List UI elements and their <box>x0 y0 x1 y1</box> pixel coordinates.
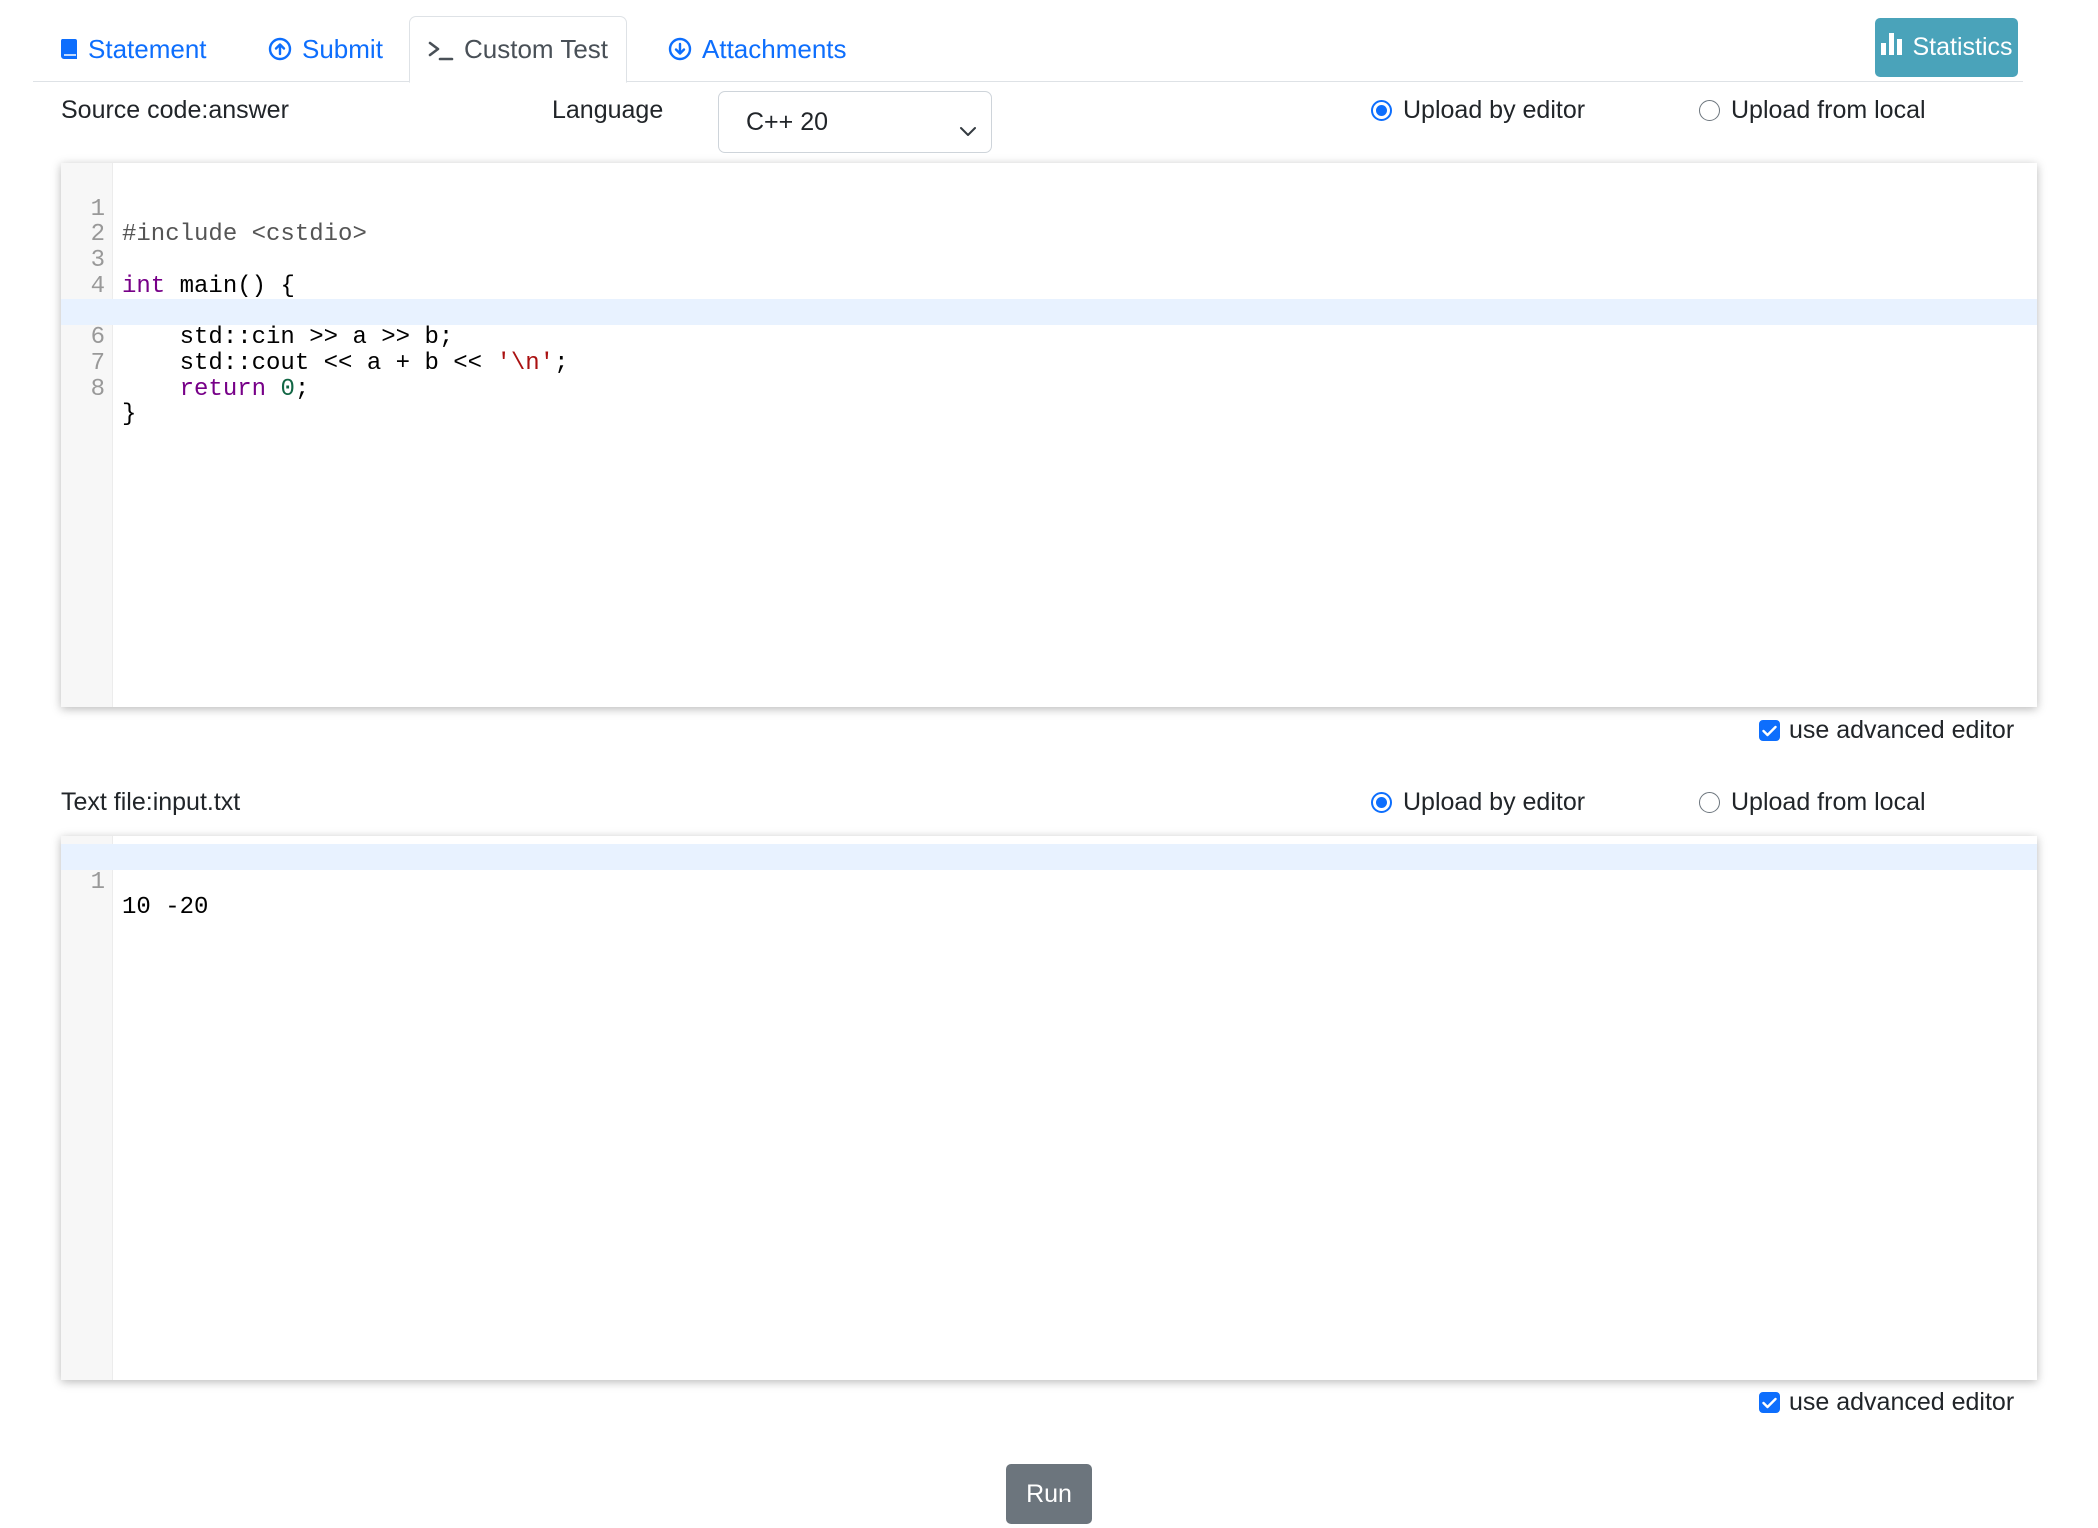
input-file-editor[interactable]: 1 10 -20 <box>61 836 2037 1380</box>
input-upload-by-editor-label: Upload by editor <box>1403 788 1586 816</box>
input-upload-from-local-radio[interactable]: Upload from local <box>1699 788 1926 817</box>
upload-circle-icon <box>268 37 292 61</box>
code-line: 1 #include <cstdio> <box>61 171 2037 247</box>
tab-statement[interactable]: Statement <box>42 16 225 82</box>
source-code-editor[interactable]: 1 #include <cstdio> 2 3 int main() { 4 i… <box>61 163 2037 707</box>
code-line: 8 } <box>61 351 2037 427</box>
language-select[interactable]: C++ 20 <box>718 91 992 153</box>
source-advanced-editor-checkbox[interactable]: use advanced editor <box>1759 716 2014 745</box>
code-line: 4 int a, b; <box>61 248 2037 325</box>
radio-unselected-icon <box>1699 100 1720 121</box>
input-upload-by-editor-radio[interactable]: Upload by editor <box>1371 788 1585 817</box>
code-line-text: } <box>122 401 137 429</box>
source-upload-by-editor-radio[interactable]: Upload by editor <box>1371 96 1585 125</box>
checkmark-icon <box>1759 720 1780 741</box>
tab-custom-test[interactable]: Custom Test <box>409 16 628 83</box>
source-upload-from-local-radio[interactable]: Upload from local <box>1699 96 1926 125</box>
download-circle-icon <box>668 37 692 61</box>
source-upload-from-local-label: Upload from local <box>1731 96 1926 124</box>
text-file-label: Text file:input.txt <box>61 788 241 816</box>
code-line-text: 10 -20 <box>122 894 209 922</box>
source-code-lines: 1 #include <cstdio> 2 3 int main() { 4 i… <box>61 171 2037 427</box>
radio-selected-icon <box>1371 100 1392 121</box>
tab-attachments[interactable]: Attachments <box>650 16 865 82</box>
tab-attachments-label: Attachments <box>702 33 847 64</box>
code-line-text: return 0; <box>179 375 310 403</box>
input-advanced-editor-checkbox[interactable]: use advanced editor <box>1759 1388 2014 1417</box>
code-line: 5 std::cin >> a >> b; <box>61 274 2037 350</box>
statistics-button[interactable]: Statistics <box>1875 18 2018 77</box>
input-upload-from-local-label: Upload from local <box>1731 788 1926 816</box>
code-line: 3 int main() { <box>61 222 2037 299</box>
code-line-active: 6 std::cout << a + b << '\n'; <box>61 299 2037 376</box>
book-icon <box>60 38 78 60</box>
checkmark-icon <box>1759 1392 1780 1413</box>
tab-submit[interactable]: Submit <box>250 16 401 82</box>
language-select-value: C++ 20 <box>746 107 829 136</box>
chevron-down-icon <box>959 116 977 145</box>
code-line-active: 1 10 -20 <box>61 844 2037 921</box>
terminal-icon <box>428 38 454 62</box>
line-number: 8 <box>90 375 105 403</box>
tab-statement-label: Statement <box>88 33 207 64</box>
bar-chart-icon <box>1880 33 1904 62</box>
language-label: Language <box>552 96 664 124</box>
code-line: 7 return 0; <box>61 325 2037 402</box>
source-advanced-editor-label: use advanced editor <box>1789 716 2015 744</box>
code-line: 2 <box>61 197 2037 247</box>
source-code-label: Source code:answer <box>61 96 289 124</box>
radio-selected-icon <box>1371 792 1392 813</box>
input-advanced-editor-label: use advanced editor <box>1789 1388 2015 1416</box>
tab-bar: Statement Submit Custom Test Attachments <box>33 16 2023 83</box>
run-button[interactable]: Run <box>1006 1464 1092 1524</box>
source-upload-by-editor-label: Upload by editor <box>1403 96 1586 124</box>
line-number: 1 <box>90 868 105 896</box>
radio-unselected-icon <box>1699 792 1720 813</box>
input-file-lines: 1 10 -20 <box>61 844 2037 921</box>
tab-submit-label: Submit <box>302 33 383 64</box>
statistics-button-label: Statistics <box>1912 33 2013 61</box>
tab-custom-test-label: Custom Test <box>464 34 609 64</box>
